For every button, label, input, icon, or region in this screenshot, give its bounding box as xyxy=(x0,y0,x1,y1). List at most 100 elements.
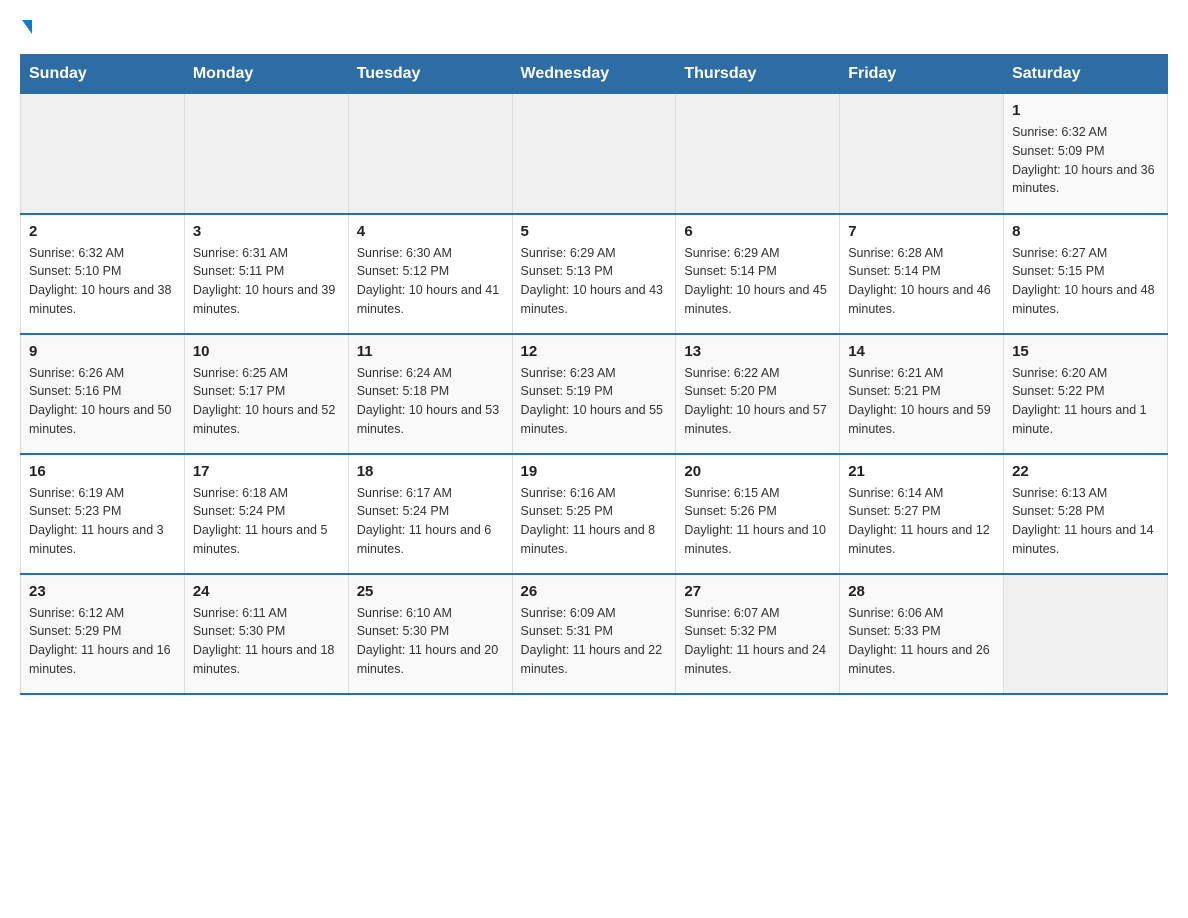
day-info: Sunrise: 6:06 AMSunset: 5:33 PMDaylight:… xyxy=(848,604,995,679)
calendar-cell xyxy=(1004,574,1168,694)
day-info: Sunrise: 6:15 AMSunset: 5:26 PMDaylight:… xyxy=(684,484,831,559)
day-info: Sunrise: 6:10 AMSunset: 5:30 PMDaylight:… xyxy=(357,604,504,679)
day-info: Sunrise: 6:16 AMSunset: 5:25 PMDaylight:… xyxy=(521,484,668,559)
calendar-cell: 8 Sunrise: 6:27 AMSunset: 5:15 PMDaylight… xyxy=(1004,214,1168,334)
header-wednesday: Wednesday xyxy=(512,55,676,94)
day-info: Sunrise: 6:17 AMSunset: 5:24 PMDaylight:… xyxy=(357,484,504,559)
day-info: Sunrise: 6:24 AMSunset: 5:18 PMDaylight:… xyxy=(357,364,504,439)
day-info: Sunrise: 6:21 AMSunset: 5:21 PMDaylight:… xyxy=(848,364,995,439)
page-header xyxy=(20,20,1168,34)
day-number: 17 xyxy=(193,463,340,480)
day-number: 6 xyxy=(684,223,831,240)
day-info: Sunrise: 6:18 AMSunset: 5:24 PMDaylight:… xyxy=(193,484,340,559)
calendar-table: SundayMondayTuesdayWednesdayThursdayFrid… xyxy=(20,54,1168,695)
day-number: 12 xyxy=(521,343,668,360)
day-number: 5 xyxy=(521,223,668,240)
day-info: Sunrise: 6:32 AMSunset: 5:09 PMDaylight:… xyxy=(1012,123,1159,198)
day-number: 8 xyxy=(1012,223,1159,240)
day-number: 19 xyxy=(521,463,668,480)
day-info: Sunrise: 6:07 AMSunset: 5:32 PMDaylight:… xyxy=(684,604,831,679)
calendar-cell: 10 Sunrise: 6:25 AMSunset: 5:17 PMDayligh… xyxy=(184,334,348,454)
day-number: 10 xyxy=(193,343,340,360)
week-row-3: 16 Sunrise: 6:19 AMSunset: 5:23 PMDayligh… xyxy=(21,454,1168,574)
calendar-cell xyxy=(840,94,1004,214)
day-number: 23 xyxy=(29,583,176,600)
day-number: 3 xyxy=(193,223,340,240)
day-number: 27 xyxy=(684,583,831,600)
day-number: 9 xyxy=(29,343,176,360)
day-info: Sunrise: 6:23 AMSunset: 5:19 PMDaylight:… xyxy=(521,364,668,439)
calendar-cell: 20 Sunrise: 6:15 AMSunset: 5:26 PMDayligh… xyxy=(676,454,840,574)
calendar-cell: 28 Sunrise: 6:06 AMSunset: 5:33 PMDayligh… xyxy=(840,574,1004,694)
day-number: 7 xyxy=(848,223,995,240)
header-monday: Monday xyxy=(184,55,348,94)
calendar-cell: 12 Sunrise: 6:23 AMSunset: 5:19 PMDayligh… xyxy=(512,334,676,454)
header-tuesday: Tuesday xyxy=(348,55,512,94)
header-saturday: Saturday xyxy=(1004,55,1168,94)
day-info: Sunrise: 6:14 AMSunset: 5:27 PMDaylight:… xyxy=(848,484,995,559)
calendar-cell: 5 Sunrise: 6:29 AMSunset: 5:13 PMDaylight… xyxy=(512,214,676,334)
calendar-cell: 18 Sunrise: 6:17 AMSunset: 5:24 PMDayligh… xyxy=(348,454,512,574)
day-number: 4 xyxy=(357,223,504,240)
day-info: Sunrise: 6:26 AMSunset: 5:16 PMDaylight:… xyxy=(29,364,176,439)
day-info: Sunrise: 6:29 AMSunset: 5:13 PMDaylight:… xyxy=(521,244,668,319)
calendar-cell: 9 Sunrise: 6:26 AMSunset: 5:16 PMDaylight… xyxy=(21,334,185,454)
calendar-cell xyxy=(184,94,348,214)
calendar-cell: 21 Sunrise: 6:14 AMSunset: 5:27 PMDayligh… xyxy=(840,454,1004,574)
day-info: Sunrise: 6:25 AMSunset: 5:17 PMDaylight:… xyxy=(193,364,340,439)
calendar-cell: 23 Sunrise: 6:12 AMSunset: 5:29 PMDayligh… xyxy=(21,574,185,694)
logo xyxy=(20,20,32,34)
day-info: Sunrise: 6:13 AMSunset: 5:28 PMDaylight:… xyxy=(1012,484,1159,559)
header-thursday: Thursday xyxy=(676,55,840,94)
day-number: 21 xyxy=(848,463,995,480)
calendar-cell: 19 Sunrise: 6:16 AMSunset: 5:25 PMDayligh… xyxy=(512,454,676,574)
day-number: 28 xyxy=(848,583,995,600)
day-info: Sunrise: 6:28 AMSunset: 5:14 PMDaylight:… xyxy=(848,244,995,319)
calendar-cell: 22Sunrise: 6:13 AMSunset: 5:28 PMDayligh… xyxy=(1004,454,1168,574)
day-info: Sunrise: 6:27 AMSunset: 5:15 PMDaylight:… xyxy=(1012,244,1159,319)
calendar-cell: 3 Sunrise: 6:31 AMSunset: 5:11 PMDaylight… xyxy=(184,214,348,334)
calendar-cell: 11Sunrise: 6:24 AMSunset: 5:18 PMDayligh… xyxy=(348,334,512,454)
calendar-cell: 2 Sunrise: 6:32 AMSunset: 5:10 PMDaylight… xyxy=(21,214,185,334)
day-info: Sunrise: 6:31 AMSunset: 5:11 PMDaylight:… xyxy=(193,244,340,319)
day-number: 1 xyxy=(1012,102,1159,119)
day-info: Sunrise: 6:22 AMSunset: 5:20 PMDaylight:… xyxy=(684,364,831,439)
calendar-cell: 1 Sunrise: 6:32 AMSunset: 5:09 PMDaylight… xyxy=(1004,94,1168,214)
calendar-cell xyxy=(512,94,676,214)
calendar-cell: 16 Sunrise: 6:19 AMSunset: 5:23 PMDayligh… xyxy=(21,454,185,574)
day-number: 16 xyxy=(29,463,176,480)
day-number: 25 xyxy=(357,583,504,600)
calendar-cell: 24Sunrise: 6:11 AMSunset: 5:30 PMDayligh… xyxy=(184,574,348,694)
day-info: Sunrise: 6:20 AMSunset: 5:22 PMDaylight:… xyxy=(1012,364,1159,439)
calendar-header-row: SundayMondayTuesdayWednesdayThursdayFrid… xyxy=(21,55,1168,94)
day-info: Sunrise: 6:32 AMSunset: 5:10 PMDaylight:… xyxy=(29,244,176,319)
day-info: Sunrise: 6:09 AMSunset: 5:31 PMDaylight:… xyxy=(521,604,668,679)
week-row-1: 2 Sunrise: 6:32 AMSunset: 5:10 PMDaylight… xyxy=(21,214,1168,334)
calendar-cell: 6 Sunrise: 6:29 AMSunset: 5:14 PMDaylight… xyxy=(676,214,840,334)
calendar-cell: 15 Sunrise: 6:20 AMSunset: 5:22 PMDayligh… xyxy=(1004,334,1168,454)
calendar-cell: 25 Sunrise: 6:10 AMSunset: 5:30 PMDayligh… xyxy=(348,574,512,694)
calendar-cell xyxy=(348,94,512,214)
day-info: Sunrise: 6:19 AMSunset: 5:23 PMDaylight:… xyxy=(29,484,176,559)
calendar-cell xyxy=(21,94,185,214)
day-number: 13 xyxy=(684,343,831,360)
header-friday: Friday xyxy=(840,55,1004,94)
calendar-cell: 4 Sunrise: 6:30 AMSunset: 5:12 PMDaylight… xyxy=(348,214,512,334)
day-info: Sunrise: 6:12 AMSunset: 5:29 PMDaylight:… xyxy=(29,604,176,679)
week-row-2: 9 Sunrise: 6:26 AMSunset: 5:16 PMDaylight… xyxy=(21,334,1168,454)
day-number: 26 xyxy=(521,583,668,600)
calendar-cell xyxy=(676,94,840,214)
calendar-cell: 7 Sunrise: 6:28 AMSunset: 5:14 PMDaylight… xyxy=(840,214,1004,334)
week-row-4: 23 Sunrise: 6:12 AMSunset: 5:29 PMDayligh… xyxy=(21,574,1168,694)
day-number: 2 xyxy=(29,223,176,240)
day-info: Sunrise: 6:29 AMSunset: 5:14 PMDaylight:… xyxy=(684,244,831,319)
day-info: Sunrise: 6:11 AMSunset: 5:30 PMDaylight:… xyxy=(193,604,340,679)
day-number: 20 xyxy=(684,463,831,480)
week-row-0: 1 Sunrise: 6:32 AMSunset: 5:09 PMDaylight… xyxy=(21,94,1168,214)
day-number: 15 xyxy=(1012,343,1159,360)
calendar-cell: 13 Sunrise: 6:22 AMSunset: 5:20 PMDayligh… xyxy=(676,334,840,454)
header-sunday: Sunday xyxy=(21,55,185,94)
day-info: Sunrise: 6:30 AMSunset: 5:12 PMDaylight:… xyxy=(357,244,504,319)
day-number: 18 xyxy=(357,463,504,480)
calendar-cell: 14Sunrise: 6:21 AMSunset: 5:21 PMDayligh… xyxy=(840,334,1004,454)
